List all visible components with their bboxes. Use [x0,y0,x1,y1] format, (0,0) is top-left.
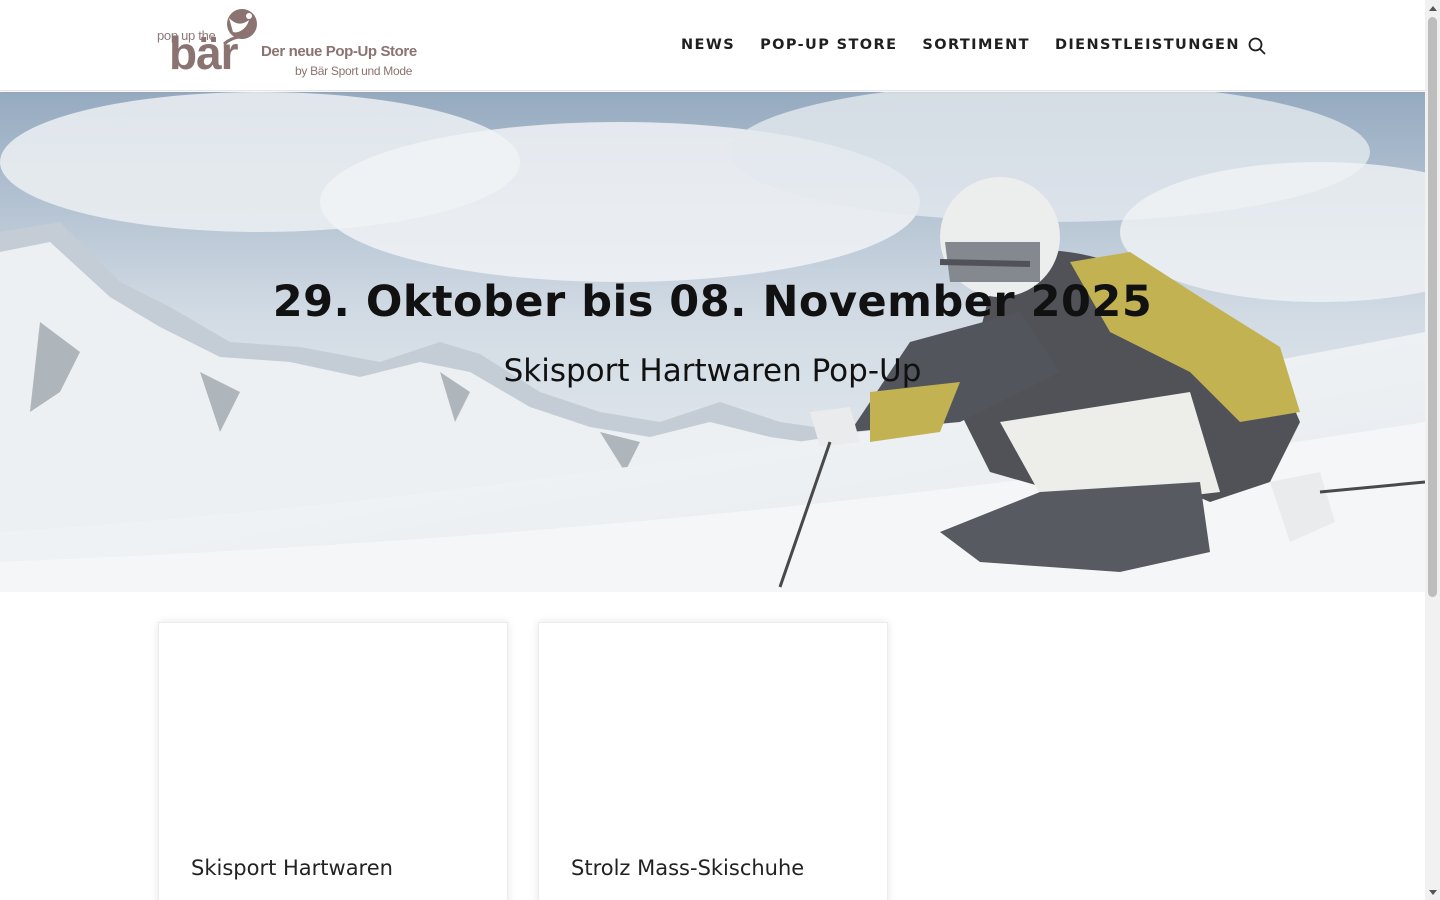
chevron-up-icon [1428,5,1437,11]
search-button[interactable] [1247,36,1267,56]
page: pop up the bär Der neue Pop-Up Store by … [0,0,1425,900]
nav-item-dienstleistungen[interactable]: DIENSTLEISTUNGEN [1055,37,1240,53]
nav-item-news[interactable]: NEWS [681,37,735,53]
scroll-down-button[interactable] [1425,885,1440,900]
card-title[interactable]: Skisport Hartwaren [191,856,393,880]
hero-title: 29. Oktober bis 08. November 2025 [272,277,1153,327]
hero-image [0,92,1425,592]
logo-subline: by Bär Sport und Mode [295,64,413,78]
logo-tagline: Der neue Pop-Up Store [261,43,417,60]
scroll-up-button[interactable] [1425,0,1440,15]
chevron-down-icon [1428,889,1437,895]
card-title[interactable]: Strolz Mass-Skischuhe [571,856,804,880]
site-header: pop up the bär Der neue Pop-Up Store by … [0,0,1425,91]
hero-banner: 29. Oktober bis 08. November 2025 Skispo… [0,92,1425,592]
logo[interactable]: pop up the bär Der neue Pop-Up Store by … [157,8,417,80]
search-icon [1248,37,1266,55]
vertical-scrollbar[interactable] [1425,0,1440,900]
logo-wordmark: bär [169,27,239,79]
nav-item-pop-up-store[interactable]: POP-UP STORE [760,37,897,53]
nav-item-sortiment[interactable]: SORTIMENT [922,37,1030,53]
card-strolz-mass-skischuhe[interactable]: Strolz Mass-Skischuhe [538,622,888,900]
main-nav: NEWS POP-UP STORE SORTIMENT DIENSTLEISTU… [681,35,1240,55]
hero-subtitle: Skisport Hartwaren Pop-Up [503,353,922,389]
card-skisport-hartwaren[interactable]: Skisport Hartwaren [158,622,508,900]
scroll-thumb[interactable] [1428,17,1437,597]
